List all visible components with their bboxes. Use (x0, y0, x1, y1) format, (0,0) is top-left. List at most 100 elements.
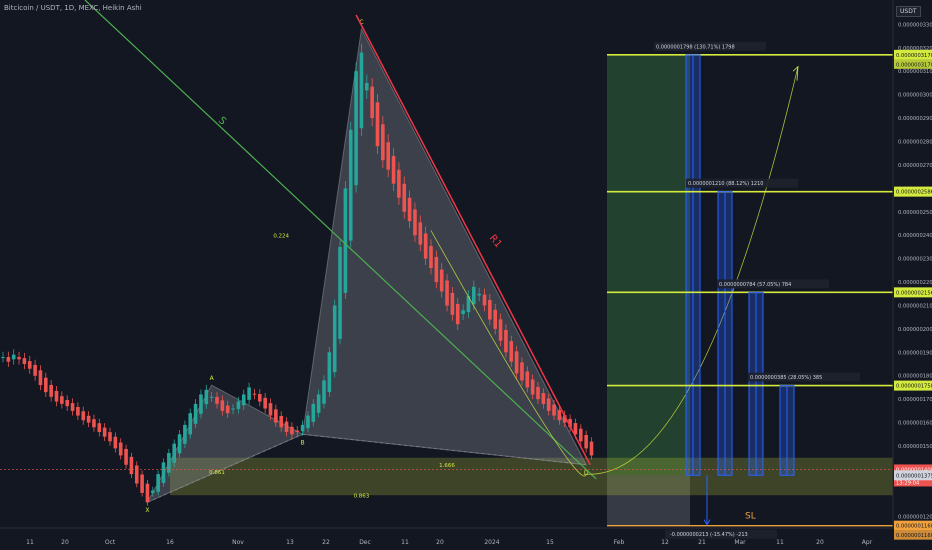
chart-canvas[interactable]: XABCD0.2240.8630.8611.666 SR1 SL0.000000… (0, 0, 932, 550)
candle-body (33, 364, 37, 376)
candle-body (54, 390, 59, 402)
y-tick-label: 0.0000002900 (898, 116, 932, 122)
y-tick-label: 0.0000002700 (898, 163, 932, 169)
measure-label: -0.0000000213 (-15.47%) -213 (670, 532, 748, 538)
candle-body (493, 309, 497, 329)
candle-body (22, 358, 27, 365)
candle-body (156, 474, 160, 492)
candle-body (92, 419, 96, 428)
y-tick-label: 0.0000001800 (898, 374, 932, 380)
candle-body (439, 269, 444, 292)
measure-label: 0.0000000385 (28.05%) 385 (750, 375, 822, 381)
y-tick-label: 0.0000003300 (898, 22, 932, 28)
candle-body (145, 483, 150, 503)
currency-button[interactable]: USDT (896, 6, 921, 17)
candle-body (215, 396, 219, 404)
candle-body (429, 246, 433, 268)
candle-body (413, 209, 417, 236)
candle-body (488, 300, 492, 320)
candle-body (11, 354, 16, 360)
candle-body (381, 124, 385, 161)
candle-body (482, 294, 487, 306)
candle-body (530, 379, 535, 395)
price-tag-text: 0.0000002156 (896, 290, 932, 296)
entry-price-text: 0.0000001375 (896, 473, 932, 479)
candle-body (140, 474, 144, 493)
candle-body (536, 386, 540, 400)
candle-body (557, 410, 562, 421)
candle-body (38, 370, 43, 386)
candle-body (247, 387, 251, 400)
x-tick-label: 20 (816, 539, 824, 546)
candle-body (348, 129, 353, 241)
candle-body (172, 443, 176, 463)
x-tick-label: 20 (436, 539, 444, 546)
candle-body (279, 415, 283, 428)
candle-body (584, 435, 588, 449)
candle-body (65, 400, 69, 407)
candle-body (76, 406, 80, 416)
candle-body (129, 456, 134, 475)
x-tick-label: 13 (286, 539, 294, 546)
candle-body (472, 286, 476, 305)
x-tick-label: 20 (61, 539, 69, 546)
candle-body (124, 448, 128, 465)
y-tick-label: 0.0000001200 (898, 514, 932, 520)
candle-body (423, 233, 428, 259)
candle-body (204, 389, 209, 405)
candle-body (252, 393, 257, 395)
candle-body (509, 341, 514, 362)
candle-body (391, 155, 396, 184)
candle-body (520, 362, 524, 381)
candle-body (327, 352, 332, 393)
x-tick-label: 2024 (484, 539, 499, 546)
candle-body (300, 424, 305, 432)
candle-body (188, 413, 193, 435)
candle-body (86, 415, 91, 423)
x-tick-label: Mar (734, 539, 746, 546)
y-tick-label: 0.0000002000 (898, 327, 932, 333)
candle-body (579, 428, 583, 442)
y-tick-label: 0.0000001700 (898, 397, 932, 403)
candle-body (17, 357, 21, 360)
candle-body (193, 403, 198, 424)
candle-body (118, 442, 123, 456)
candle-body (525, 371, 530, 388)
y-tick-label: 0.0000001600 (898, 421, 932, 427)
candle-body (44, 377, 48, 393)
candle-body (113, 436, 118, 449)
y-tick-label: 0.0000002300 (898, 257, 932, 263)
profit-zone (607, 54, 690, 476)
candle-body (274, 409, 278, 423)
measure-label: 0.0000000784 (57.05%) 784 (719, 282, 791, 288)
y-tick-label: 0.0000002400 (898, 233, 932, 239)
candle-body (375, 102, 380, 147)
candle-body (365, 82, 369, 91)
candle-body (450, 292, 455, 315)
x-tick-label: 21 (698, 539, 706, 546)
y-tick-label: 0.0000002800 (898, 140, 932, 146)
pattern-point-label: X (145, 507, 149, 514)
candle-body (418, 222, 423, 245)
candle-body (397, 169, 401, 198)
candle-body (322, 380, 326, 404)
candle-body (370, 86, 374, 119)
x-tick-label: 16 (166, 539, 174, 546)
candle-body (268, 403, 273, 416)
y-tick-label: 0.0000002100 (898, 303, 932, 309)
candle-body (60, 396, 64, 404)
measure-label: 0.0000001210 (88.12%) 1210 (688, 181, 763, 187)
candle-body (284, 421, 289, 432)
candle-body (316, 394, 321, 413)
candle-body (434, 257, 439, 283)
y-tick-label: 0.0000001900 (898, 350, 932, 356)
price-tag-text: 0.0000003170 (896, 62, 932, 68)
candle-body (402, 183, 407, 212)
fib-ratio-label: 0.863 (354, 494, 370, 500)
candle-body (343, 188, 348, 293)
x-tick-label: 11 (776, 539, 784, 546)
price-axis[interactable]: 0.00000033000.00000032000.00000031000.00… (892, 0, 932, 550)
candle-body (183, 424, 187, 444)
x-tick-label: 11 (401, 539, 409, 546)
chart-title: Bitcicoin / USDT, 1D, MEXC, Heikin Ashi (4, 4, 142, 12)
